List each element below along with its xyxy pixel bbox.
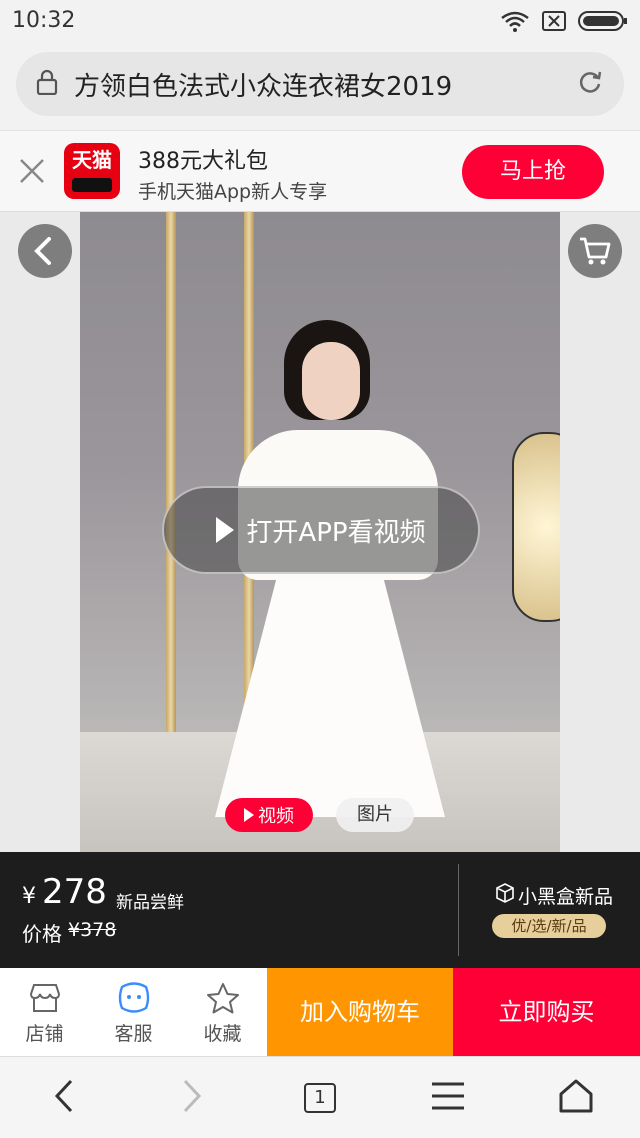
buy-now-button[interactable]: 立即购买: [453, 968, 640, 1056]
app-promo-banner: 天猫 388元大礼包 手机天猫App新人专享 马上抢: [0, 130, 640, 212]
reload-icon[interactable]: [576, 68, 604, 100]
open-app-video-button[interactable]: 打开APP看视频: [162, 486, 480, 574]
home-icon: [558, 1078, 594, 1118]
tab-image[interactable]: 图片: [336, 798, 414, 832]
new-product-tag: 新品尝鲜: [116, 893, 184, 913]
favorite-label: 收藏: [203, 1023, 242, 1045]
blackbox-badge: 优/选/新/品: [492, 914, 606, 938]
price-bar: ¥ 278 新品尝鲜 价格 ¥378 小黑盒新品 优/选/新/品: [0, 852, 640, 968]
menu-button[interactable]: [408, 1068, 488, 1128]
cart-button[interactable]: [568, 224, 622, 278]
shop-icon: [28, 982, 62, 1019]
current-price: 278: [42, 872, 107, 912]
original-price: ¥378: [68, 919, 117, 941]
status-time: 10:32: [12, 8, 76, 33]
status-bar: 10:32: [0, 0, 640, 44]
service-icon: [116, 982, 152, 1019]
nav-forward-button[interactable]: [152, 1068, 232, 1128]
lock-icon: [36, 69, 58, 99]
address-bar[interactable]: 方领白色法式小众连衣裙女2019: [16, 52, 624, 116]
status-icons: [500, 10, 628, 36]
play-label: 打开APP看视频: [246, 517, 426, 548]
service-button[interactable]: 客服: [89, 968, 178, 1056]
blackbox-title-text: 小黑盒新品: [518, 886, 614, 908]
browser-toolbar: 方领白色法式小众连衣裙女2019: [0, 44, 640, 130]
battery-icon: [578, 10, 628, 36]
sim-icon: [542, 11, 566, 35]
tmall-logo: 天猫: [64, 143, 120, 199]
tab-video[interactable]: 视频: [225, 798, 313, 832]
back-button[interactable]: [18, 224, 72, 278]
tabs-button[interactable]: 1: [280, 1068, 360, 1128]
currency-symbol: ¥: [22, 884, 36, 909]
cube-icon: [496, 883, 514, 908]
close-icon[interactable]: [18, 157, 46, 189]
chevron-left-icon: [52, 1078, 76, 1118]
shop-label: 店铺: [25, 1023, 64, 1045]
blackbox-title: 小黑盒新品: [496, 882, 613, 909]
play-icon: [244, 808, 254, 822]
home-button[interactable]: [536, 1068, 616, 1128]
star-icon: [206, 982, 240, 1019]
page-title: 方领白色法式小众连衣裙女2019: [74, 71, 453, 102]
tab-count: 1: [304, 1082, 336, 1113]
promo-title: 388元大礼包: [138, 149, 268, 174]
divider: [458, 864, 459, 956]
promo-subtitle: 手机天猫App新人专享: [138, 181, 328, 203]
chevron-right-icon: [180, 1078, 204, 1118]
menu-icon: [430, 1081, 466, 1115]
tab-video-label: 视频: [258, 806, 294, 827]
shop-button[interactable]: 店铺: [0, 968, 89, 1056]
product-gallery[interactable]: 打开APP看视频 视频 图片: [0, 212, 640, 852]
original-price-label: 价格: [22, 922, 62, 946]
favorite-button[interactable]: 收藏: [178, 968, 267, 1056]
browser-bottom-nav: 1: [0, 1056, 640, 1138]
wifi-icon: [500, 10, 530, 36]
tmall-logo-text: 天猫: [72, 148, 112, 172]
nav-back-button[interactable]: [24, 1068, 104, 1128]
add-to-cart-button[interactable]: 加入购物车: [267, 968, 453, 1056]
action-bar: 店铺 客服 收藏 加入购物车 立即购买: [0, 968, 640, 1056]
play-icon: [216, 517, 235, 543]
grab-now-button[interactable]: 马上抢: [462, 145, 604, 199]
service-label: 客服: [114, 1023, 153, 1045]
